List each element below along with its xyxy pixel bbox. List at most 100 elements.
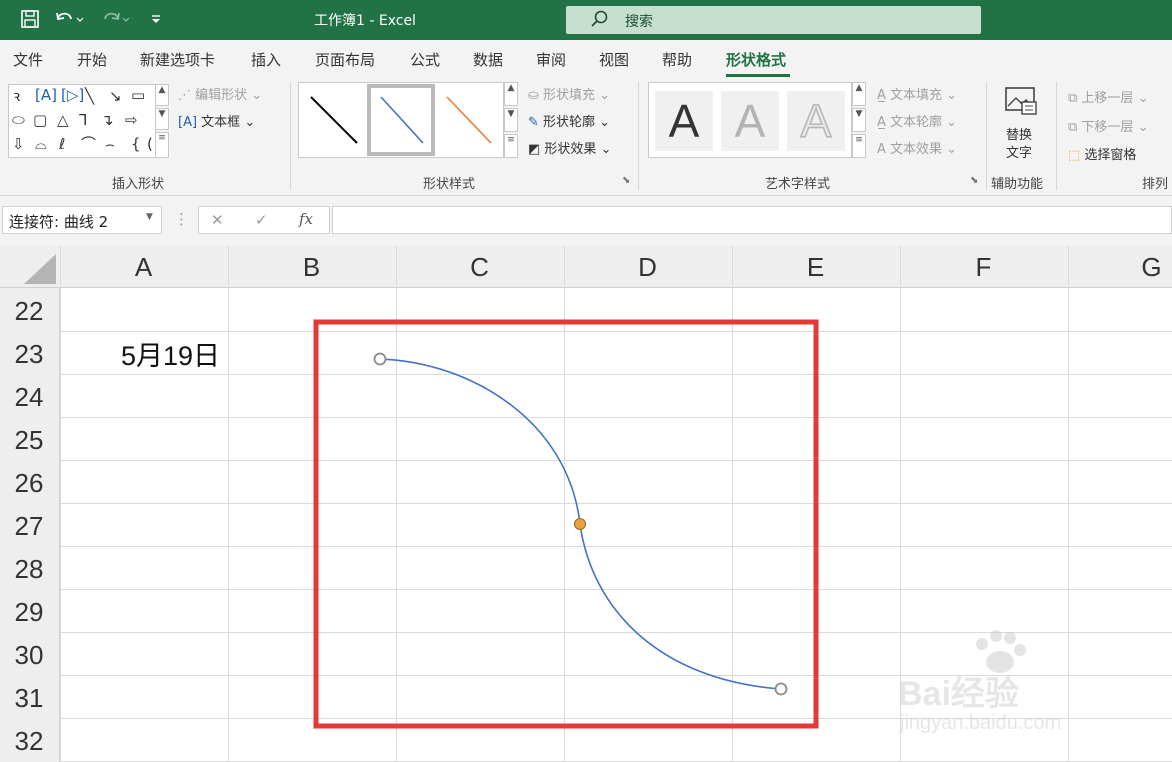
row-header-25[interactable]: 25 bbox=[0, 425, 58, 456]
column-header-b[interactable]: B bbox=[228, 252, 395, 283]
shape-styles-gallery[interactable] bbox=[298, 82, 504, 158]
text-box-shape-icon[interactable]: [A] bbox=[35, 86, 57, 104]
text-effects-button[interactable]: A 文本效果 ⌄ bbox=[877, 138, 957, 157]
group-divider bbox=[986, 82, 987, 190]
row-header-31[interactable]: 31 bbox=[0, 683, 58, 714]
vertical-text-box-icon[interactable]: [▷] bbox=[61, 86, 84, 104]
line-icon[interactable]: ╲ bbox=[85, 87, 94, 105]
text-fill-button[interactable]: A̲ 文本填充 ⌄ bbox=[877, 84, 957, 103]
column-header-a[interactable]: A bbox=[60, 252, 227, 283]
column-header-g[interactable]: G bbox=[1068, 252, 1172, 283]
elbow-arrow-icon[interactable]: ↴ bbox=[101, 111, 114, 129]
shapes-gallery[interactable]: ꝛ [A] [▷] ╲ ↘ ▭ ⬭ ▢ △ ⅂ ↴ ⇨ ⇩ ⌓ ℓ ⌒ ⌢ { … bbox=[8, 84, 156, 158]
start-handle bbox=[373, 352, 387, 366]
wordart-down-icon[interactable]: ▼ bbox=[852, 108, 866, 132]
tab-page-layout[interactable]: 页面布局 bbox=[315, 49, 375, 70]
down-arrow-icon[interactable]: ⇩ bbox=[12, 135, 25, 153]
curve-icon[interactable]: ⌢ bbox=[105, 135, 115, 153]
text-box-button[interactable]: [A] 文本框 ⌄ bbox=[178, 111, 255, 130]
name-box-dropdown-icon[interactable]: ▼ bbox=[146, 212, 153, 222]
row-header-23[interactable]: 23 bbox=[0, 339, 58, 370]
arc-icon[interactable]: ⌒ bbox=[81, 135, 96, 153]
brace-icon[interactable]: { bbox=[131, 135, 141, 153]
rectangle-icon[interactable]: ▭ bbox=[131, 86, 145, 104]
gridline bbox=[0, 503, 1172, 504]
select-all-icon[interactable] bbox=[20, 252, 58, 290]
oval-icon[interactable]: ⬭ bbox=[12, 111, 25, 129]
row-header-27[interactable]: 27 bbox=[0, 511, 58, 542]
column-header-f[interactable]: F bbox=[900, 252, 1067, 283]
wordart-style-dark[interactable]: A bbox=[655, 91, 713, 151]
column-header-d[interactable]: D bbox=[564, 252, 731, 283]
text-outline-button[interactable]: A̲ 文本轮廓 ⌄ bbox=[877, 111, 957, 130]
tab-file[interactable]: 文件 bbox=[13, 49, 43, 70]
gallery-more-icon[interactable]: ≡ bbox=[155, 132, 169, 158]
dialog-launcher-icon[interactable]: ⬊ bbox=[622, 175, 630, 186]
title-bar: 工作簿1 - Excel 搜索 bbox=[0, 0, 1172, 40]
selection-pane-button[interactable]: ⬚ 选择窗格 bbox=[1068, 144, 1136, 163]
gridline bbox=[396, 246, 397, 762]
wordart-more-icon[interactable]: ≡ bbox=[852, 134, 866, 158]
tab-home[interactable]: 开始 bbox=[77, 49, 107, 70]
alt-text-button[interactable]: 替换 文字 bbox=[996, 84, 1046, 168]
enter-icon[interactable]: ✓ bbox=[255, 211, 268, 229]
customize-icon[interactable] bbox=[150, 9, 162, 35]
gallery-down-icon[interactable]: ▼ bbox=[155, 108, 169, 130]
shape-effects-button[interactable]: ◩ 形状效果 ⌄ bbox=[528, 138, 611, 157]
edit-shape-button[interactable]: ⋰ 编辑形状 ⌄ bbox=[178, 84, 262, 103]
effects-icon: ◩ bbox=[528, 142, 545, 157]
row-header-24[interactable]: 24 bbox=[0, 382, 58, 413]
cancel-icon[interactable]: ✕ bbox=[211, 211, 224, 229]
tab-data[interactable]: 数据 bbox=[473, 49, 503, 70]
elbow-connector-icon[interactable]: ⅂ bbox=[79, 111, 87, 129]
styles-down-icon[interactable]: ▼ bbox=[504, 108, 518, 132]
arrow-line-icon[interactable]: ↘ bbox=[109, 87, 122, 105]
save-icon[interactable] bbox=[20, 9, 40, 35]
rounded-rectangle-icon[interactable]: ▢ bbox=[33, 111, 47, 129]
bring-forward-button[interactable]: ⧉ 上移一层 ⌄ bbox=[1068, 87, 1148, 106]
wordart-dialog-launcher-icon[interactable]: ⬊ bbox=[970, 175, 978, 186]
row-header-29[interactable]: 29 bbox=[0, 597, 58, 628]
tab-insert[interactable]: 插入 bbox=[251, 49, 281, 70]
formula-input[interactable] bbox=[332, 206, 1172, 234]
gallery-up-icon[interactable]: ▲ bbox=[155, 84, 169, 106]
row-header-32[interactable]: 32 bbox=[0, 726, 58, 757]
tab-review[interactable]: 审阅 bbox=[536, 49, 566, 70]
column-header-c[interactable]: C bbox=[396, 252, 563, 283]
row-header-28[interactable]: 28 bbox=[0, 554, 58, 585]
row-headers: 22 23 24 25 26 27 28 29 30 31 32 bbox=[0, 288, 60, 762]
tab-shape-format[interactable]: 形状格式 bbox=[726, 49, 786, 70]
wordart-gallery[interactable]: A A A bbox=[648, 82, 852, 158]
name-box[interactable]: 连接符: 曲线 2 bbox=[2, 206, 162, 234]
block-arrow-icon[interactable]: ⇨ bbox=[125, 111, 138, 129]
group-divider bbox=[290, 82, 291, 190]
styles-up-icon[interactable]: ▲ bbox=[504, 82, 518, 106]
row-header-30[interactable]: 30 bbox=[0, 640, 58, 671]
tab-help[interactable]: 帮助 bbox=[662, 49, 692, 70]
drag-handle-icon[interactable]: ⋮ bbox=[174, 210, 189, 228]
scribble-icon[interactable]: ℓ bbox=[59, 135, 65, 153]
wordart-up-icon[interactable]: ▲ bbox=[852, 82, 866, 106]
row-header-22[interactable]: 22 bbox=[0, 296, 58, 327]
triangle-icon[interactable]: △ bbox=[57, 111, 69, 129]
styles-more-icon[interactable]: ≡ bbox=[504, 134, 518, 158]
send-backward-button[interactable]: ⧉ 下移一层 ⌄ bbox=[1068, 116, 1148, 135]
shape-fill-button[interactable]: ⛀ 形状填充 ⌄ bbox=[528, 84, 610, 103]
undo-icon[interactable] bbox=[54, 9, 84, 35]
redo-icon[interactable] bbox=[100, 9, 130, 35]
cell-a23[interactable]: 5月19日 bbox=[62, 334, 220, 373]
bracket-icon[interactable]: ( bbox=[147, 135, 153, 153]
row-header-26[interactable]: 26 bbox=[0, 468, 58, 499]
freeform-icon[interactable]: ꝛ bbox=[13, 87, 20, 105]
shape-outline-button[interactable]: ✎ 形状轮廓 ⌄ bbox=[528, 111, 610, 130]
flowchart-icon[interactable]: ⌓ bbox=[35, 135, 47, 153]
formula-bar: 连接符: 曲线 2 ▼ ⋮ ✕ ✓ fx bbox=[0, 196, 1172, 246]
search-box[interactable]: 搜索 bbox=[566, 6, 981, 34]
column-header-e[interactable]: E bbox=[732, 252, 899, 283]
tab-view[interactable]: 视图 bbox=[599, 49, 629, 70]
wordart-style-outline[interactable]: A bbox=[787, 91, 845, 151]
tab-new-tab[interactable]: 新建选项卡 bbox=[140, 49, 215, 70]
tab-formulas[interactable]: 公式 bbox=[410, 49, 440, 70]
wordart-style-gray[interactable]: A bbox=[721, 91, 779, 151]
insert-function-icon[interactable]: fx bbox=[299, 210, 313, 228]
